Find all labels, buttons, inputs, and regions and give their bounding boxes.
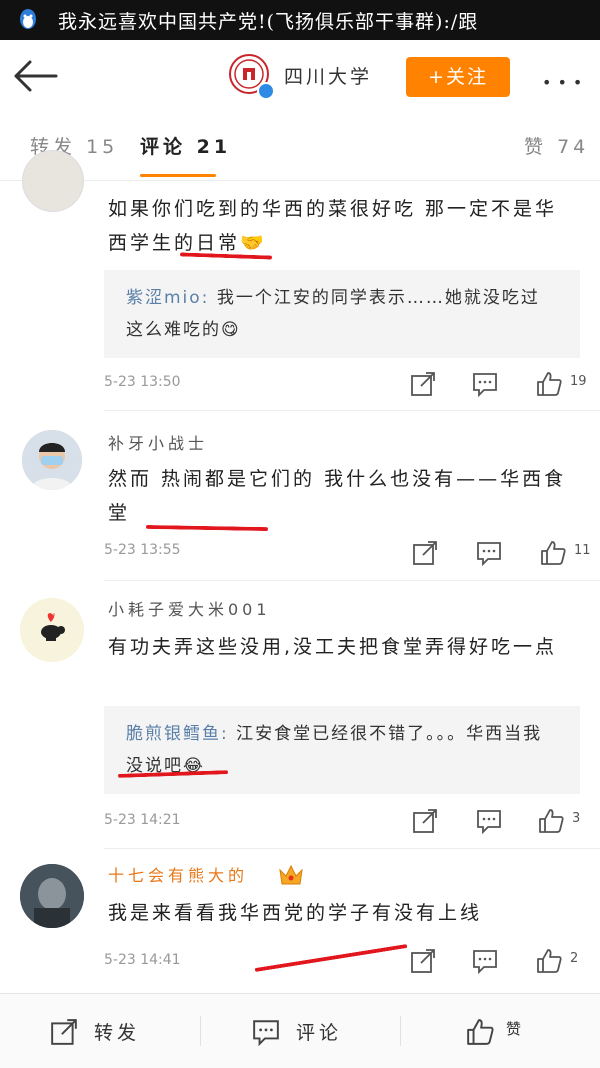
reply-box[interactable]: 脆煎银鳕鱼: 江安食堂已经很不错了。。。华西当我没说吧😂 <box>104 706 580 794</box>
divider <box>200 1016 201 1046</box>
verified-icon <box>257 82 275 100</box>
comment-icon[interactable] <box>472 371 498 397</box>
comment-button[interactable]: 评论 <box>252 994 362 1068</box>
notification-ticker: 我永远喜欢中国共产党!(飞扬俱乐部干事群):/跟 <box>58 11 479 33</box>
tab-bar: 转发 15 评论 21 赞 74 <box>0 112 600 181</box>
like-count: 2 <box>570 951 579 966</box>
commenter-username[interactable]: 补牙小战士 <box>108 430 208 454</box>
mouse-cartoon-image <box>20 598 84 662</box>
tab-label: 赞 <box>524 136 548 158</box>
like-label: 赞 <box>506 1020 526 1038</box>
commenter-username[interactable]: 十七会有熊大的 <box>108 862 248 886</box>
divider <box>104 848 600 849</box>
comment-icon[interactable] <box>476 540 502 566</box>
comment-icon <box>253 1020 279 1046</box>
commenter-username[interactable]: 小耗子爱大米001 <box>108 596 271 620</box>
tab-likes[interactable]: 赞 74 <box>524 132 589 159</box>
top-nav: 四川大学 +关注 ••• <box>0 40 600 112</box>
share-icon[interactable] <box>410 948 436 974</box>
follow-button[interactable]: +关注 <box>406 57 510 97</box>
highlight-marker <box>254 943 408 973</box>
like-icon <box>467 1019 494 1045</box>
tab-count: 21 <box>196 136 232 158</box>
comment-time: 5-23 14:21 <box>104 812 181 828</box>
divider <box>400 1016 401 1046</box>
like-count: 3 <box>572 811 581 826</box>
comment-label: 评论 <box>296 1022 343 1044</box>
bottom-action-bar: 转发 评论 赞 <box>0 993 600 1068</box>
comment-time: 5-23 13:55 <box>104 542 181 558</box>
dark-photo-image <box>20 864 84 928</box>
comment-text: 如果你们吃到的华西的菜很好吃 那一定不是华西学生的日常🤝 <box>108 198 558 254</box>
like-icon[interactable] <box>538 808 564 834</box>
share-icon[interactable] <box>410 371 436 397</box>
qq-icon <box>20 9 36 29</box>
comment-icon[interactable] <box>476 808 502 834</box>
share-icon[interactable] <box>412 540 438 566</box>
status-bar: 我永远喜欢中国共产党!(飞扬俱乐部干事群):/跟 <box>0 0 600 40</box>
account-name[interactable]: 四川大学 <box>284 62 372 89</box>
commenter-avatar[interactable] <box>20 598 84 662</box>
reply-author[interactable]: 紫涩mio: <box>126 288 209 308</box>
highlight-marker <box>145 524 269 532</box>
crown-icon <box>279 864 303 885</box>
like-icon[interactable] <box>536 371 562 397</box>
comment-text: 然而 热闹都是它们的 我什么也没有——华西食堂 <box>108 468 567 524</box>
comment-text: 我是来看看我华西党的学子有没有上线 <box>108 902 483 924</box>
reply-box[interactable]: 紫涩mio: 我一个江安的同学表示……她就没吃过这么难吃的😋 <box>104 270 580 358</box>
divider <box>104 410 600 411</box>
like-icon[interactable] <box>540 540 566 566</box>
divider <box>104 580 600 581</box>
like-button[interactable]: 赞 <box>466 994 556 1068</box>
repost-button[interactable]: 转发 <box>50 994 160 1068</box>
like-count: 19 <box>570 374 587 389</box>
tab-label: 评论 <box>140 136 187 158</box>
tab-count: 15 <box>86 136 119 158</box>
comment-text: 有功夫弄这些没用,没工夫把食堂弄得好吃一点 <box>108 636 558 658</box>
comment-time: 5-23 13:50 <box>104 374 181 390</box>
more-menu-button[interactable]: ••• <box>542 73 588 92</box>
commenter-avatar[interactable] <box>20 864 84 928</box>
tab-count: 74 <box>557 136 590 158</box>
commenter-avatar[interactable] <box>22 430 82 490</box>
share-icon <box>51 1019 77 1045</box>
commenter-avatar[interactable] <box>22 150 84 212</box>
comment-icon[interactable] <box>472 948 498 974</box>
reply-author[interactable]: 脆煎银鳕鱼: <box>126 724 229 744</box>
tab-comments[interactable]: 评论 21 <box>140 132 231 159</box>
active-tab-indicator <box>140 174 216 177</box>
repost-label: 转发 <box>94 1022 141 1044</box>
like-icon[interactable] <box>536 948 562 974</box>
share-icon[interactable] <box>412 808 438 834</box>
like-count: 11 <box>574 543 591 558</box>
person-with-mask-image <box>22 430 82 490</box>
comment-time: 5-23 14:41 <box>104 952 181 968</box>
back-arrow-icon[interactable] <box>12 58 58 94</box>
